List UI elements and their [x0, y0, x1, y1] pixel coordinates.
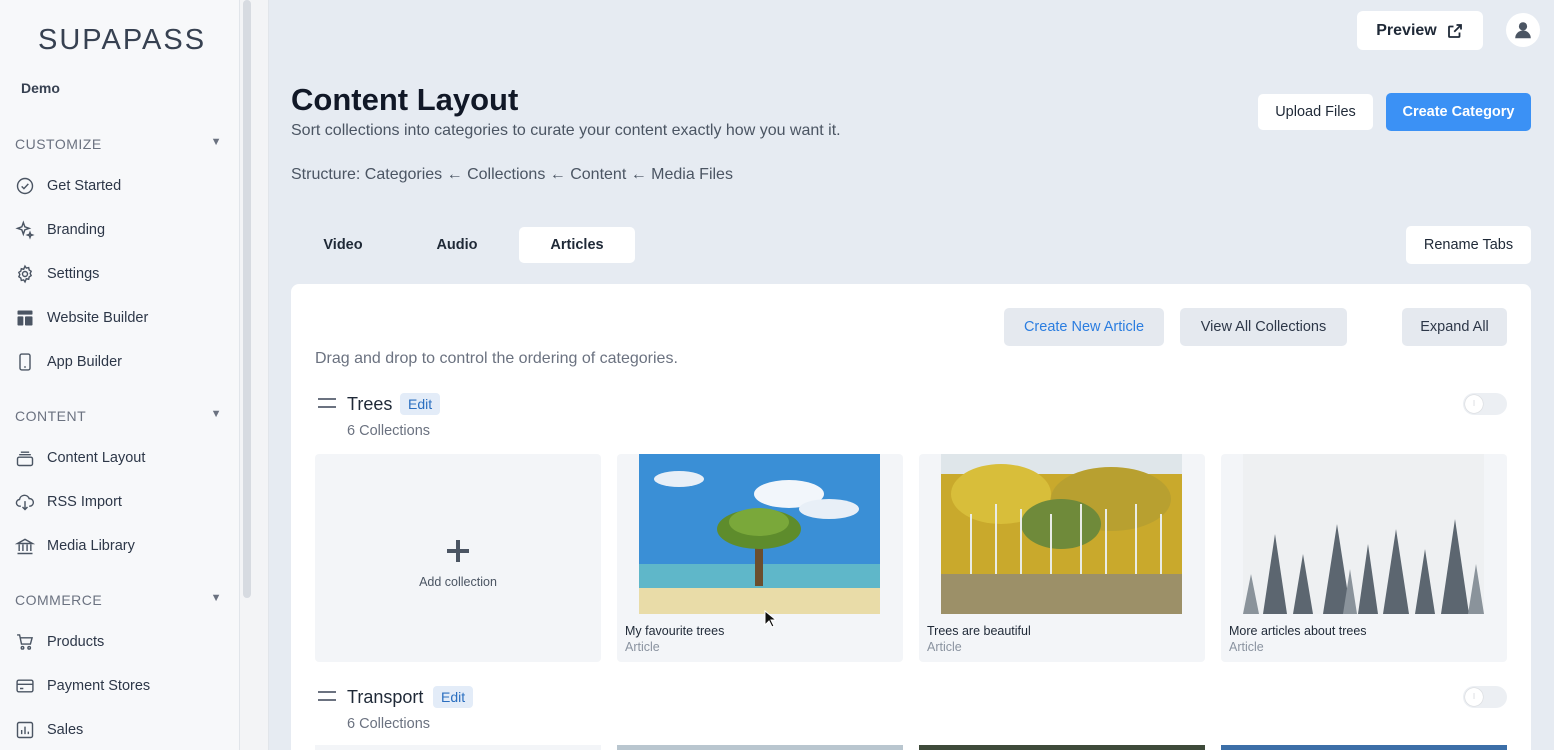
edit-category-button[interactable]: Edit: [400, 393, 441, 415]
view-all-collections-button[interactable]: View All Collections: [1180, 308, 1347, 346]
scrollbar-thumb[interactable]: [243, 0, 251, 598]
expand-all-button[interactable]: Expand All: [1402, 308, 1507, 346]
category-title: Trees: [347, 394, 393, 414]
sidebar-scrollbar[interactable]: [240, 0, 269, 750]
collection-card[interactable]: More articles about trees Article: [1221, 454, 1507, 662]
section-label: CUSTOMIZE: [15, 136, 102, 152]
collection-card-partial[interactable]: [617, 745, 903, 750]
upload-files-button[interactable]: Upload Files: [1258, 94, 1373, 130]
sidebar-item-label: Website Builder: [47, 310, 149, 326]
drag-handle-icon[interactable]: [318, 398, 336, 408]
create-category-button[interactable]: Create Category: [1386, 93, 1531, 131]
plus-icon: [447, 540, 469, 562]
collection-card[interactable]: Trees are beautiful Article: [919, 454, 1205, 662]
mouse-cursor-icon: [764, 610, 776, 628]
caret-down-icon: ▼: [210, 592, 222, 604]
sidebar-item-products[interactable]: Products: [15, 628, 225, 656]
collection-type: Article: [927, 640, 962, 654]
sidebar-item-label: App Builder: [47, 354, 122, 370]
sidebar-item-rss-import[interactable]: RSS Import: [15, 488, 225, 516]
caret-down-icon: ▼: [210, 408, 222, 420]
collection-title: More articles about trees: [1229, 624, 1367, 638]
add-collection-card[interactable]: Add collection: [315, 454, 601, 662]
preview-button[interactable]: Preview: [1357, 11, 1483, 50]
collection-title: Trees are beautiful: [927, 624, 1031, 638]
cloud-download-icon: [15, 494, 35, 511]
bar-chart-icon: [16, 721, 34, 739]
category-title: Transport: [347, 687, 424, 707]
toggle-knob: ⁝: [1465, 395, 1483, 413]
collection-thumbnail: [1243, 454, 1484, 614]
collection-title: My favourite trees: [625, 624, 725, 638]
sidebar-item-label: Get Started: [47, 178, 122, 194]
category-toggle[interactable]: ⁝: [1463, 393, 1507, 415]
rename-tabs-button[interactable]: Rename Tabs: [1406, 226, 1531, 264]
sidebar-item-label: Settings: [47, 266, 100, 282]
layers-icon: [16, 451, 34, 467]
mobile-icon: [19, 353, 31, 371]
sidebar-item-label: Products: [47, 634, 105, 650]
page-title: Content Layout: [291, 82, 519, 117]
tab-video[interactable]: Video: [291, 227, 395, 263]
drag-handle-icon[interactable]: [318, 691, 336, 701]
sidebar-item-label: Sales: [47, 722, 84, 738]
sidebar-item-sales[interactable]: Sales: [15, 716, 225, 744]
sidebar-item-content-layout[interactable]: Content Layout: [15, 444, 225, 472]
sidebar-item-get-started[interactable]: Get Started: [15, 172, 225, 200]
category-count: 6 Collections: [347, 423, 431, 439]
edit-category-button[interactable]: Edit: [433, 686, 474, 708]
sidebar-item-label: Branding: [47, 222, 106, 238]
add-collection-label: Add collection: [419, 575, 497, 589]
section-content[interactable]: CONTENT ▼: [15, 408, 225, 424]
sidebar-item-branding[interactable]: Branding: [15, 216, 225, 244]
section-label: COMMERCE: [15, 592, 103, 608]
sparkle-icon: [15, 220, 35, 240]
cart-icon: [17, 634, 34, 650]
collection-card-partial[interactable]: [315, 745, 601, 750]
collection-card-partial[interactable]: [1221, 745, 1507, 750]
sidebar-item-label: Payment Stores: [47, 678, 151, 694]
gear-icon: [17, 264, 33, 284]
layout-icon: [17, 310, 33, 326]
sidebar-item-website-builder[interactable]: Website Builder: [15, 304, 225, 332]
bank-icon: [15, 538, 35, 555]
sidebar-item-label: Media Library: [47, 538, 135, 554]
logo: SUPAPASS: [38, 24, 207, 56]
sidebar-item-label: RSS Import: [47, 494, 122, 510]
tab-audio[interactable]: Audio: [405, 227, 509, 263]
sidebar-item-media-library[interactable]: Media Library: [15, 532, 225, 560]
preview-label: Preview: [1376, 21, 1437, 39]
sidebar-item-app-builder[interactable]: App Builder: [15, 348, 225, 376]
section-commerce[interactable]: COMMERCE ▼: [15, 592, 225, 608]
collection-thumbnail: [639, 454, 880, 614]
tab-articles[interactable]: Articles: [519, 227, 635, 263]
check-circle-icon: [16, 177, 34, 195]
credit-card-icon: [16, 679, 34, 693]
collection-thumbnail: [941, 454, 1182, 614]
collection-type: Article: [1229, 640, 1264, 654]
org-name: Demo: [21, 80, 60, 96]
collection-card[interactable]: My favourite trees Article: [617, 454, 903, 662]
avatar[interactable]: [1506, 13, 1540, 47]
sidebar: SUPAPASS Demo CUSTOMIZE ▼ Get Started Br…: [0, 0, 240, 750]
page-subtitle: Sort collections into categories to cura…: [291, 122, 841, 139]
create-new-article-button[interactable]: Create New Article: [1004, 308, 1164, 346]
structure-text: Structure: Categories ← Collections ← Co…: [291, 166, 733, 183]
category-count: 6 Collections: [347, 716, 431, 732]
category-toggle[interactable]: ⁝: [1463, 686, 1507, 708]
caret-down-icon: ▼: [210, 136, 222, 148]
sidebar-item-settings[interactable]: Settings: [15, 260, 225, 288]
toggle-knob: ⁝: [1465, 688, 1483, 706]
collection-type: Article: [625, 640, 660, 654]
sidebar-item-label: Content Layout: [47, 450, 146, 466]
section-customize[interactable]: CUSTOMIZE ▼: [15, 136, 225, 152]
user-icon: [1515, 22, 1531, 39]
drag-hint: Drag and drop to control the ordering of…: [315, 350, 678, 367]
section-label: CONTENT: [15, 408, 87, 424]
sidebar-item-payment-stores[interactable]: Payment Stores: [15, 672, 225, 700]
external-link-icon: [1447, 23, 1462, 38]
collection-card-partial[interactable]: [919, 745, 1205, 750]
